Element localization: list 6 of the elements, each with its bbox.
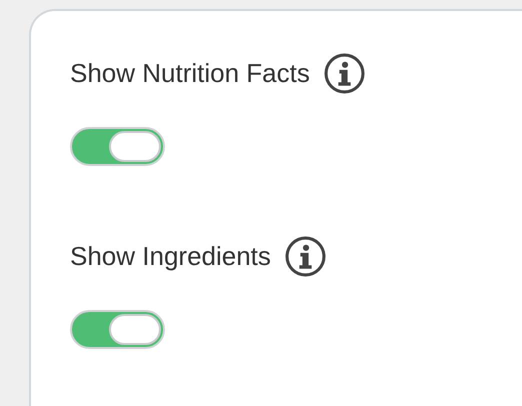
info-icon[interactable] — [324, 52, 365, 94]
setting-label: Show Nutrition Facts — [70, 58, 310, 88]
setting-label: Show Ingredients — [70, 240, 271, 272]
toggle-switch[interactable] — [70, 127, 165, 166]
toggle-switch[interactable] — [70, 310, 165, 349]
info-icon[interactable] — [284, 236, 326, 276]
